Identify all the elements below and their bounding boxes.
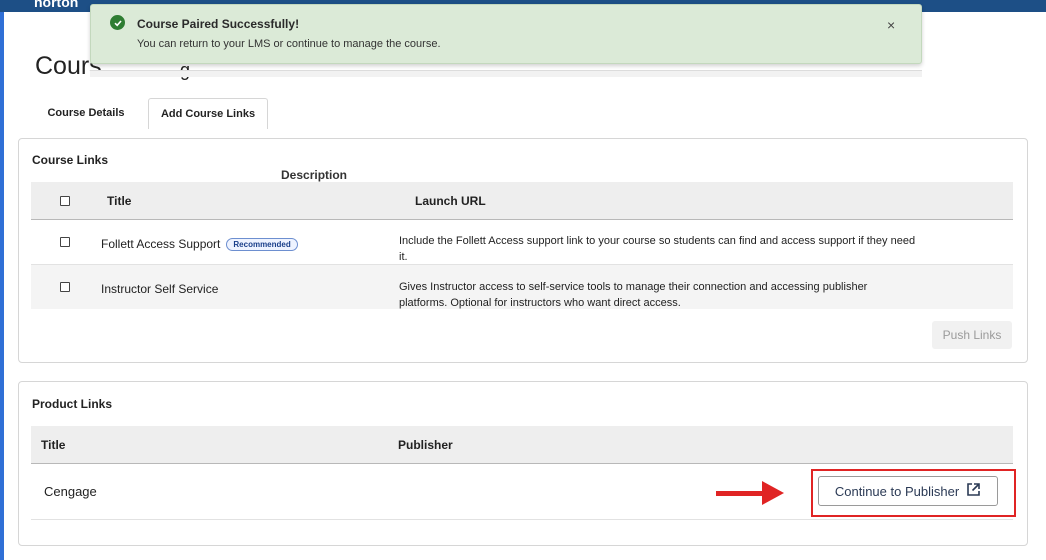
toast-message: You can return to your LMS or continue t… — [137, 38, 441, 50]
tab-add-course-links[interactable]: Add Course Links — [148, 98, 268, 129]
column-header-title: Title — [107, 194, 132, 208]
toast-shadow-strip — [90, 70, 922, 77]
left-edge-bar — [0, 0, 4, 560]
link-description: Gives Instructor access to self-service … — [399, 281, 868, 309]
column-header-title: Title — [41, 438, 66, 452]
course-links-title: Course Links — [32, 153, 109, 167]
annotation-arrow — [716, 491, 764, 496]
success-toast: Course Paired Successfully! You can retu… — [90, 4, 922, 64]
continue-to-publisher-button[interactable]: Continue to Publisher — [818, 476, 998, 506]
course-links-table-header: Title Launch URL — [31, 182, 1013, 220]
brand-text: norton — [34, 0, 79, 10]
close-icon[interactable]: × — [887, 17, 895, 33]
column-header-publisher: Publisher — [398, 438, 453, 452]
product-links-table-header: Title Publisher — [31, 426, 1013, 464]
overlay-block — [354, 309, 922, 321]
overlay-block — [90, 309, 340, 319]
link-title: Follett Access Support Recommended — [101, 237, 298, 252]
recommended-badge: Recommended — [226, 238, 298, 252]
link-title: Instructor Self Service — [101, 282, 219, 296]
column-header-launch-url: Launch URL — [415, 194, 486, 208]
toast-title: Course Paired Successfully! — [137, 17, 300, 31]
row-checkbox[interactable] — [60, 282, 70, 292]
table-row: Follett Access Support Recommended Includ… — [31, 221, 1013, 265]
link-title-text: Follett Access Support — [101, 237, 221, 251]
link-description: Include the Follett Access support link … — [399, 235, 916, 263]
continue-to-publisher-label: Continue to Publisher — [834, 483, 960, 499]
table-row: Instructor Self Service Gives Instructor… — [31, 265, 1013, 309]
row-checkbox[interactable] — [60, 237, 70, 247]
annotation-arrow-head — [762, 481, 784, 505]
product-title: Cengage — [44, 484, 97, 499]
select-all-checkbox[interactable] — [60, 196, 70, 206]
tab-course-details[interactable]: Course Details — [36, 98, 136, 128]
external-link-icon — [966, 482, 981, 500]
product-links-title: Product Links — [32, 397, 113, 411]
push-links-button[interactable]: Push Links — [932, 321, 1012, 349]
column-header-description: Description — [281, 168, 348, 182]
check-circle-icon — [110, 15, 125, 30]
